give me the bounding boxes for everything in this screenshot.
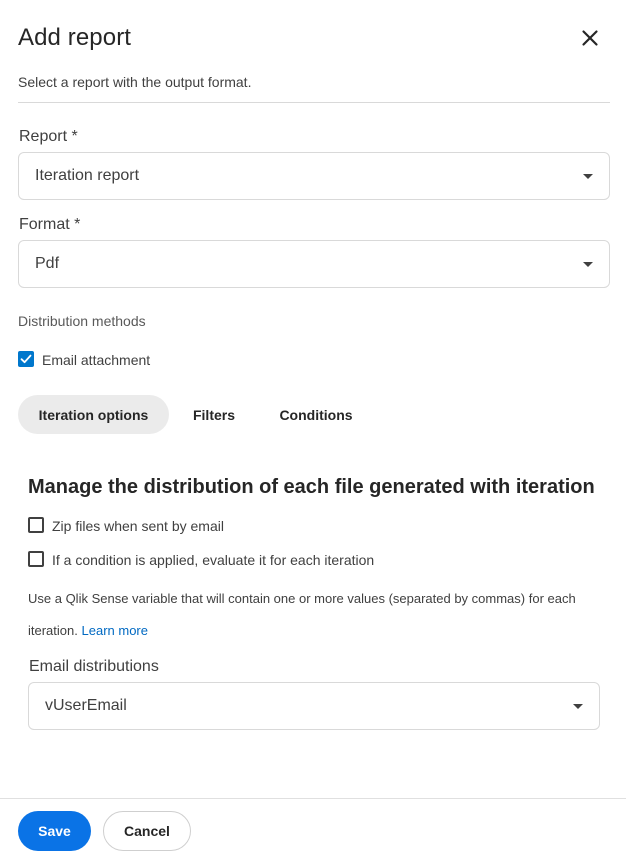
chevron-down-icon — [583, 174, 593, 179]
tab-filters[interactable]: Filters — [180, 395, 248, 434]
format-label: Format * — [19, 216, 81, 233]
help-text-line2: iteration. Learn more — [28, 623, 148, 638]
help-text-line1: Use a Qlik Sense variable that will cont… — [28, 591, 576, 606]
distribution-methods-label: Distribution methods — [18, 313, 146, 329]
help-text-iteration: iteration. — [28, 623, 78, 638]
chevron-down-icon — [583, 262, 593, 267]
evaluate-condition-label: If a condition is applied, evaluate it f… — [52, 552, 375, 568]
close-icon — [582, 30, 598, 46]
format-select[interactable]: Pdf — [18, 240, 610, 288]
zip-files-checkbox[interactable] — [28, 517, 44, 533]
cancel-button[interactable]: Cancel — [103, 811, 191, 851]
email-attachment-label: Email attachment — [42, 352, 151, 368]
report-label: Report * — [19, 128, 78, 145]
chevron-down-icon — [573, 704, 583, 709]
tab-iteration-options[interactable]: Iteration options — [18, 395, 169, 434]
email-distributions-select[interactable]: vUserEmail — [28, 682, 600, 730]
footer-divider — [0, 798, 626, 799]
dialog-title: Add report — [18, 24, 132, 51]
learn-more-link[interactable]: Learn more — [82, 623, 148, 638]
report-select-value: Iteration report — [35, 167, 140, 184]
format-select-value: Pdf — [35, 255, 60, 272]
evaluate-condition-checkbox[interactable] — [28, 551, 44, 567]
dialog-subtitle: Select a report with the output format. — [18, 74, 252, 90]
checkmark-icon — [20, 354, 32, 364]
close-button[interactable] — [577, 25, 603, 51]
report-select[interactable]: Iteration report — [18, 152, 610, 200]
save-button[interactable]: Save — [18, 811, 91, 851]
email-distributions-value: vUserEmail — [45, 697, 127, 714]
iteration-heading: Manage the distribution of each file gen… — [28, 476, 595, 498]
zip-files-label: Zip files when sent by email — [52, 518, 224, 534]
email-distributions-label: Email distributions — [29, 658, 159, 675]
email-attachment-checkbox[interactable] — [18, 351, 34, 367]
header-divider — [18, 102, 610, 103]
tab-conditions[interactable]: Conditions — [266, 395, 366, 434]
